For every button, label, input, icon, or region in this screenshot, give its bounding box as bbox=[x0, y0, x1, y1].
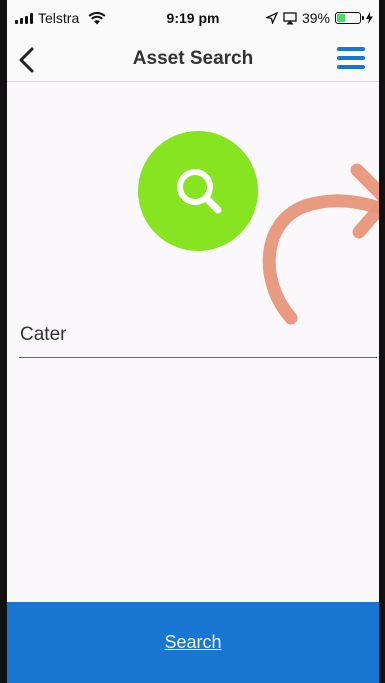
status-bar: Telstra 9:19 pm 39% bbox=[7, 0, 379, 38]
charging-bolt-icon bbox=[366, 12, 373, 24]
asset-search-input[interactable] bbox=[19, 312, 377, 357]
airplay-icon bbox=[283, 11, 297, 24]
navigation-bar: Asset Search bbox=[7, 38, 379, 82]
location-arrow-icon bbox=[265, 12, 278, 24]
search-icon bbox=[177, 169, 222, 214]
hamburger-menu-icon bbox=[337, 47, 365, 69]
page-title: Asset Search bbox=[132, 48, 254, 69]
status-right: 39% bbox=[265, 10, 373, 26]
battery-percent: 39% bbox=[301, 10, 330, 26]
menu-button[interactable] bbox=[337, 47, 365, 71]
asset-search-field[interactable] bbox=[19, 312, 377, 358]
battery-level bbox=[337, 14, 346, 22]
search-button[interactable]: Search bbox=[7, 602, 379, 683]
search-button-label: Search bbox=[164, 632, 222, 652]
search-badge bbox=[138, 131, 258, 251]
curved-arrow-overlay bbox=[262, 163, 379, 325]
battery-icon bbox=[335, 12, 364, 24]
device-frame: Telstra 9:19 pm 39% Asset Search Cater S… bbox=[0, 0, 385, 683]
app-screen: Telstra 9:19 pm 39% Asset Search Cater S… bbox=[7, 0, 379, 683]
